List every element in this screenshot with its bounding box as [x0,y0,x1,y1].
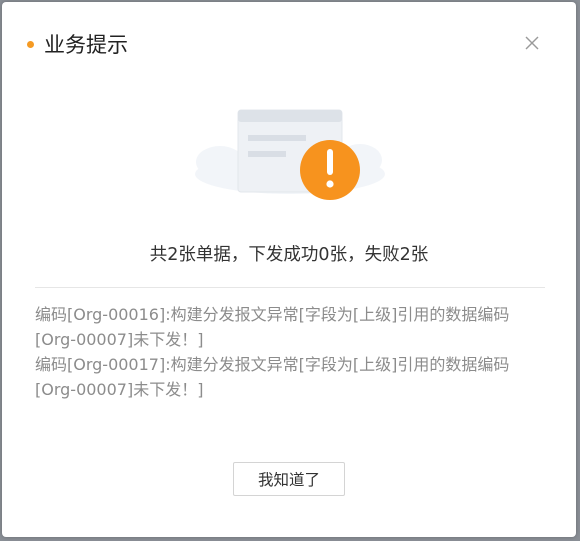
dialog-header: 业务提示 [2,2,576,82]
dialog-title: 业务提示 [44,33,128,57]
close-icon[interactable] [523,34,541,52]
result-summary: 共2张单据，下发成功0张，失败2张 [149,245,429,265]
error-message: 编码[Org-00016]:构建分发报文异常[字段为[上级]引用的数据编码[Or… [35,305,510,349]
warning-illustration [195,109,385,200]
confirm-button[interactable]: 我知道了 [233,462,345,496]
business-alert-dialog: 业务提示 共2张单据，下发成功0张，失败2张 编码[Org-00016]:构建分… [2,2,576,537]
error-details: 编码[Org-00016]:构建分发报文异常[字段为[上级]引用的数据编码[Or… [35,302,550,402]
title-dot-icon [27,41,34,48]
divider [35,287,545,288]
warning-exclamation-icon [300,140,360,200]
error-message: 编码[Org-00017]:构建分发报文异常[字段为[上级]引用的数据编码[Or… [35,355,510,399]
